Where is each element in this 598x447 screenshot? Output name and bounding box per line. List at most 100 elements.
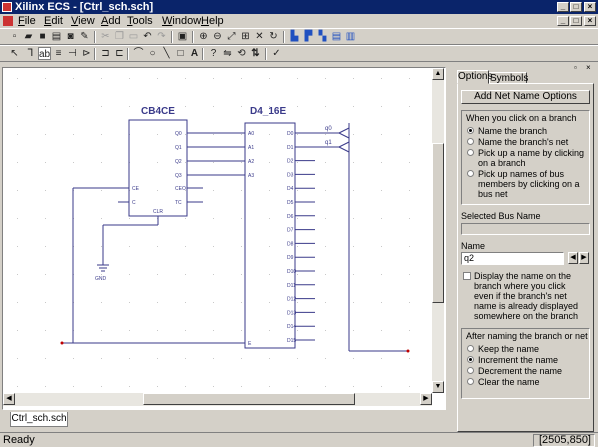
check-schematic-icon[interactable]: ✓	[270, 47, 283, 60]
decrement-name-icon[interactable]: ◀	[568, 252, 578, 264]
menu-help[interactable]: Help	[201, 15, 224, 27]
vertical-scroll-thumb[interactable]	[432, 143, 444, 303]
add-net-name-icon[interactable]: ab	[38, 47, 51, 60]
add-io-marker-icon[interactable]: ⊳	[80, 47, 93, 60]
radio-increment-name[interactable]	[467, 356, 474, 363]
separator	[171, 31, 173, 43]
menu-add[interactable]: Add	[101, 15, 121, 27]
panel-pin-icon[interactable]: ▫	[574, 63, 577, 72]
copy-icon[interactable]: ❐	[113, 30, 126, 43]
minimize-button[interactable]: _	[557, 2, 569, 12]
tile-vertical-icon[interactable]: ▥	[344, 30, 357, 43]
doc-close-button[interactable]: ×	[584, 16, 596, 26]
cb4ce-label: CB4CE	[141, 106, 175, 117]
close-button[interactable]: ×	[584, 2, 596, 12]
print-preview-icon[interactable]: ◙	[64, 30, 77, 43]
rotate-icon[interactable]: ⟲	[235, 47, 248, 60]
menu-window[interactable]: Window	[162, 15, 201, 27]
radio-clear-name[interactable]	[467, 378, 474, 385]
radio-decrement-name[interactable]	[467, 367, 474, 374]
add-instance-icon[interactable]: ⊏	[113, 47, 126, 60]
tab-options[interactable]: Options	[457, 70, 492, 84]
net-label-q0: q0	[325, 126, 332, 132]
doc-minimize-button[interactable]: _	[557, 16, 569, 26]
open-icon[interactable]: ▰	[22, 30, 35, 43]
mirror-icon[interactable]: ⇅	[249, 47, 262, 60]
add-net-name-options-button[interactable]: Add Net Name Options	[461, 90, 590, 104]
menu-view[interactable]: View	[71, 15, 95, 27]
add-arc-icon[interactable]: ⌒	[132, 47, 145, 60]
redo-icon[interactable]: ↷	[155, 30, 168, 43]
panel-close-icon[interactable]: ×	[586, 63, 591, 72]
d4-16e-pin-label: D12	[287, 297, 296, 303]
separator	[265, 48, 267, 60]
refresh-icon[interactable]: ↻	[267, 30, 280, 43]
d4-16e-pin-label: E	[248, 341, 252, 347]
scroll-left-icon[interactable]: ◀	[3, 393, 15, 405]
new-icon[interactable]: ▫	[8, 30, 21, 43]
horizontal-scroll-thumb[interactable]	[143, 393, 355, 405]
radio-name-net[interactable]	[467, 138, 474, 145]
d4-16e-pin-label: D1	[287, 145, 294, 151]
add-wire-icon[interactable]: ⅂	[24, 47, 37, 60]
radio-pick-bus[interactable]	[467, 170, 474, 177]
doc-icon[interactable]	[3, 16, 13, 26]
undo-icon[interactable]: ↶	[141, 30, 154, 43]
doc-restore-button[interactable]: □	[570, 16, 582, 26]
schematic-drawing[interactable]: CB4CE D4_16E Q0 Q1 Q2 Q3 CEO TC CE C CLR A0 A1…	[3, 68, 432, 393]
zoom-in-icon[interactable]: ⊕	[197, 30, 210, 43]
radio-clear-name-label: Clear the name	[478, 377, 540, 387]
vertical-scrollbar[interactable]: ▲ ▼	[432, 68, 444, 393]
separator	[94, 31, 96, 43]
add-circle-icon[interactable]: ○	[146, 47, 159, 60]
find-icon[interactable]: ▣	[176, 30, 189, 43]
radio-name-branch[interactable]	[467, 127, 474, 134]
zoom-selection-icon[interactable]: ⊞	[239, 30, 252, 43]
add-line-icon[interactable]: ╲	[160, 47, 173, 60]
display-name-checkbox[interactable]	[463, 272, 471, 280]
add-rectangle-icon[interactable]: □	[174, 47, 187, 60]
scroll-down-icon[interactable]: ▼	[432, 381, 444, 393]
add-bus-tap-icon[interactable]: ⊣	[66, 47, 79, 60]
add-symbol-icon[interactable]: ⊐	[99, 47, 112, 60]
scroll-up-icon[interactable]: ▲	[432, 68, 444, 80]
hierarchy-push-icon[interactable]: ▙	[288, 30, 301, 43]
gnd-label: GND	[95, 276, 107, 282]
zoom-fit-icon[interactable]: ⤢	[225, 30, 238, 43]
check-icon[interactable]: ✎	[78, 30, 91, 43]
d4-16e-pin-label: D3	[287, 172, 294, 178]
paste-icon[interactable]: ▭	[127, 30, 140, 43]
hierarchy-pop-icon[interactable]: ▛	[302, 30, 315, 43]
save-icon[interactable]: ■	[36, 30, 49, 43]
tile-horizontal-icon[interactable]: ▤	[330, 30, 343, 43]
help-icon[interactable]: ?	[207, 47, 220, 60]
menu-bar: File Edit View Add Tools Window Help	[0, 14, 598, 28]
radio-pick-name[interactable]	[467, 149, 474, 156]
increment-name-icon[interactable]: ▶	[579, 252, 589, 264]
name-input[interactable]: q2	[461, 252, 564, 265]
d4-16e-label: D4_16E	[250, 106, 286, 117]
cut-icon[interactable]: ✂	[99, 30, 112, 43]
cascade-icon[interactable]: ▚	[316, 30, 329, 43]
menu-file[interactable]: File	[18, 15, 36, 27]
flip-icon[interactable]: ⇋	[221, 47, 234, 60]
d4-16e-pin-label: D5	[287, 200, 294, 206]
zoom-out-icon[interactable]: ⊖	[211, 30, 224, 43]
d4-16e-pin-label: D6	[287, 214, 294, 220]
menu-edit[interactable]: Edit	[44, 15, 63, 27]
radio-increment-name-label: Increment the name	[478, 355, 559, 365]
maximize-button[interactable]: □	[570, 2, 582, 12]
tab-ctrl-sch[interactable]: Ctrl_sch.sch	[10, 412, 68, 427]
rename-icon[interactable]: ≡	[52, 47, 65, 60]
schematic-canvas[interactable]: CB4CE D4_16E Q0 Q1 Q2 Q3 CEO TC CE C CLR A0 A1…	[3, 68, 432, 393]
scroll-right-icon[interactable]: ▶	[420, 393, 432, 405]
zoom-area-icon[interactable]: ✕	[253, 30, 266, 43]
status-text: Ready	[3, 434, 35, 446]
status-bar: Ready [2505,850]	[0, 432, 598, 447]
print-icon[interactable]: ▤	[50, 30, 63, 43]
horizontal-scrollbar[interactable]: ◀ ▶	[3, 393, 432, 406]
radio-keep-name[interactable]	[467, 345, 474, 352]
select-icon[interactable]: ↖	[8, 47, 21, 60]
menu-tools[interactable]: Tools	[127, 15, 153, 27]
add-text-icon[interactable]: A	[188, 47, 201, 60]
